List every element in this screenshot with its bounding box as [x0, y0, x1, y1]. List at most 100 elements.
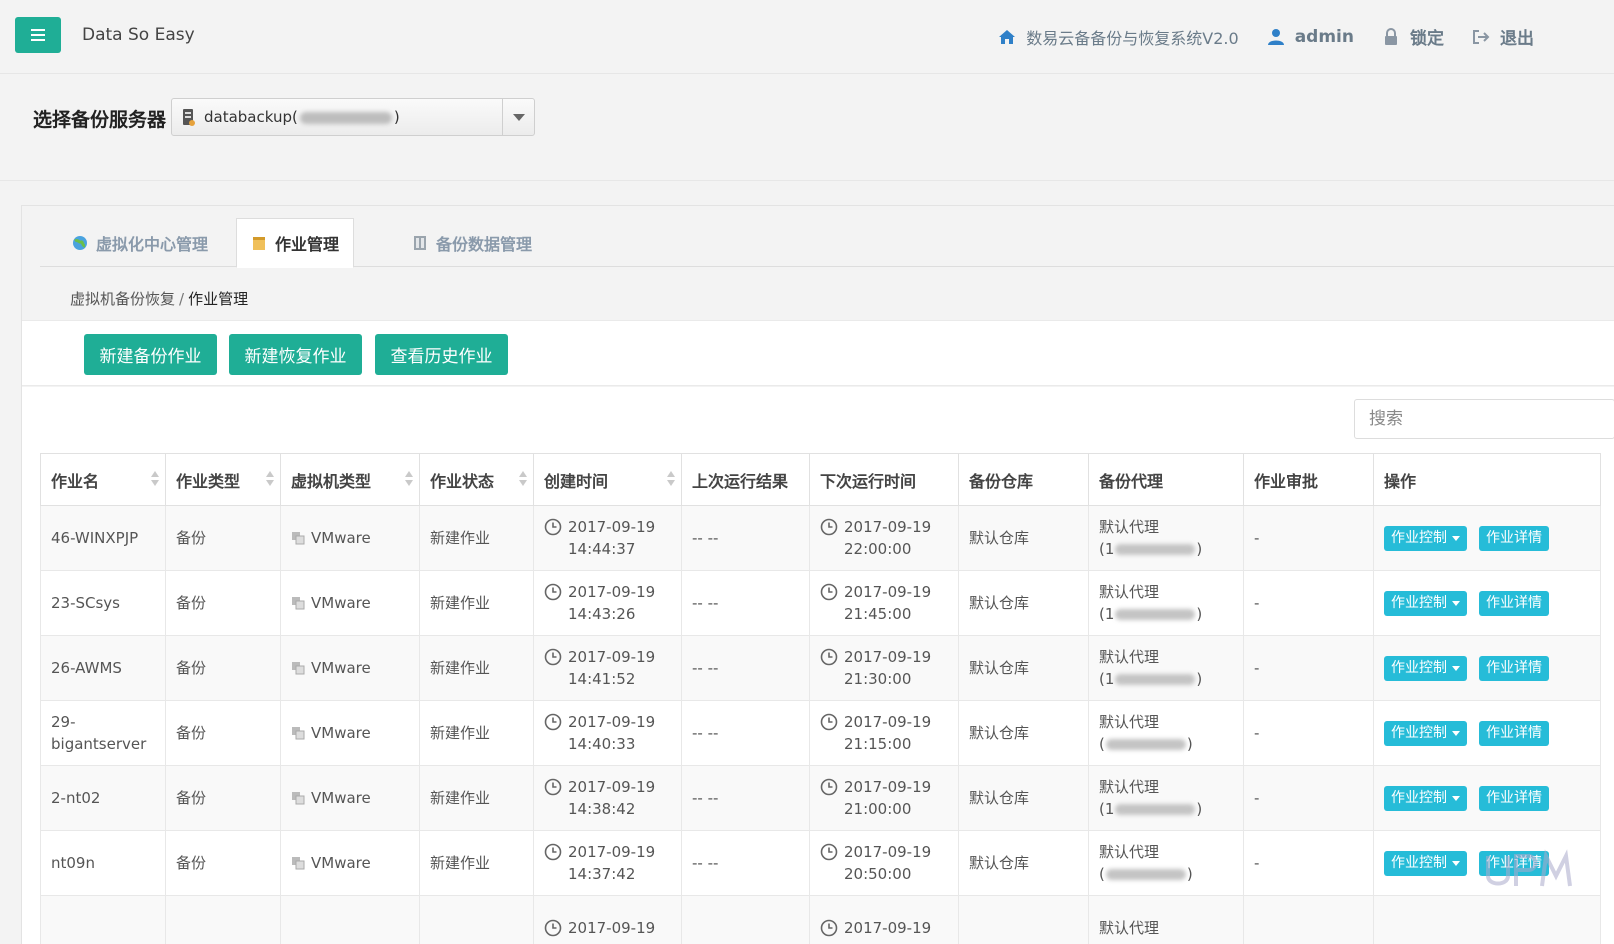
agent-close: ) [1196, 605, 1203, 623]
col-header-name[interactable]: 作业名 [40, 453, 166, 506]
server-icon [183, 109, 195, 126]
server-dropdown-toggle[interactable] [502, 99, 534, 135]
col-header-last-result: 上次运行结果 [681, 453, 810, 506]
vm-type-cell: VMware [280, 765, 420, 831]
view-history-button[interactable]: 查看历史作业 [375, 334, 508, 375]
actions-cell: 作业控制 作业详情 [1373, 635, 1601, 701]
job-control-button[interactable]: 作业控制 [1384, 525, 1467, 551]
next-run-time: 21:00:00 [844, 800, 912, 818]
top-nav-links: 数易云备备份与恢复系统V2.0 admin 锁定 退出 [998, 24, 1534, 49]
repository [958, 895, 1089, 944]
system-home-link[interactable]: 数易云备备份与恢复系统V2.0 [998, 25, 1239, 49]
agent-name: 默认代理 [1099, 518, 1160, 536]
breadcrumb: 虚拟机备份恢复 / 作业管理 [70, 290, 249, 308]
redacted-ip [299, 111, 392, 124]
job-control-button[interactable]: 作业控制 [1384, 785, 1467, 811]
job-name: 46-WINXPJP [40, 505, 166, 571]
vm-icon [292, 727, 305, 740]
action-bar: 新建备份作业 新建恢复作业 查看历史作业 [22, 320, 1614, 386]
menu-toggle-button[interactable] [15, 17, 61, 53]
col-header-type[interactable]: 作业类型 [165, 453, 281, 506]
job-status: 新建作业 [419, 570, 534, 636]
vm-type-cell: VMware [280, 830, 420, 896]
clock-icon [820, 648, 838, 666]
job-control-button[interactable]: 作业控制 [1384, 850, 1467, 876]
job-control-button[interactable]: 作业控制 [1384, 590, 1467, 616]
table-header-row: 作业名 作业类型 虚拟机类型 作业状态 创建时间 上次运行结果 下次运行时间 备… [40, 453, 1601, 506]
col-header-status[interactable]: 作业状态 [419, 453, 534, 506]
logout-button[interactable]: 退出 [1472, 24, 1534, 49]
tab-backup-data[interactable]: 备份数据管理 [398, 218, 546, 267]
system-name: 数易云备备份与恢复系统V2.0 [1026, 28, 1239, 48]
last-run-result: -- -- [681, 700, 810, 766]
approval: - [1243, 700, 1374, 766]
user-menu[interactable]: admin [1267, 27, 1354, 47]
job-detail-button[interactable]: 作业详情 [1479, 590, 1549, 616]
actions-cell [1373, 895, 1601, 944]
job-type [165, 895, 281, 944]
last-run-result: -- -- [681, 830, 810, 896]
created-date: 2017-09-19 [568, 518, 656, 536]
new-backup-job-button[interactable]: 新建备份作业 [84, 334, 217, 375]
new-restore-job-button[interactable]: 新建恢复作业 [229, 334, 362, 375]
next-run-date: 2017-09-19 [844, 778, 932, 796]
created-time: 14:44:37 [568, 540, 636, 558]
job-detail-button[interactable]: 作业详情 [1479, 785, 1549, 811]
clock-icon [544, 919, 562, 937]
last-run-result: -- -- [681, 570, 810, 636]
created-time: 14:37:42 [568, 865, 636, 883]
approval: - [1243, 765, 1374, 831]
search-input[interactable] [1354, 399, 1614, 439]
globe-icon [73, 235, 87, 250]
table-row: 23-SCsys 备份 VMware 新建作业 2017-09-19 14:43:26 --… [40, 570, 1601, 636]
agent-name: 默认代理 [1099, 713, 1160, 731]
created-time: 14:40:33 [568, 735, 636, 753]
brand-title: Data So Easy [82, 25, 195, 45]
created-date: 2017-09-19 [568, 778, 656, 796]
job-name: 2-nt02 [40, 765, 166, 831]
server-select-dropdown[interactable]: databackup() [171, 98, 535, 136]
vm-type: VMware [311, 789, 371, 807]
next-run-date: 2017-09-19 [844, 843, 932, 861]
sort-icon [266, 471, 274, 487]
tab-virtualization-center[interactable]: 虚拟化中心管理 [58, 218, 222, 267]
col-header-created[interactable]: 创建时间 [533, 453, 682, 506]
next-run-time: 21:15:00 [844, 735, 912, 753]
clock-icon [820, 843, 838, 861]
job-control-button[interactable]: 作业控制 [1384, 720, 1467, 746]
archive-icon [414, 235, 426, 250]
next-run-date: 2017-09-19 [844, 713, 932, 731]
repository: 默认仓库 [958, 700, 1089, 766]
job-list-area: 作业名 作业类型 虚拟机类型 作业状态 创建时间 上次运行结果 下次运行时间 备… [22, 387, 1614, 944]
actions-cell: 作业控制 作业详情 [1373, 570, 1601, 636]
table-row: 2017-09-19 2017-09-19 默认代理 [40, 895, 1601, 944]
lock-button[interactable]: 锁定 [1382, 24, 1444, 49]
next-run-date: 2017-09-19 [844, 648, 932, 666]
job-type: 备份 [165, 830, 281, 896]
vm-type: VMware [311, 594, 371, 612]
created-date: 2017-09-19 [568, 843, 656, 861]
next-run-time: 21:45:00 [844, 605, 912, 623]
job-control-button[interactable]: 作业控制 [1384, 655, 1467, 681]
job-detail-button[interactable]: 作业详情 [1479, 655, 1549, 681]
vm-type-cell: VMware [280, 635, 420, 701]
job-detail-button[interactable]: 作业详情 [1479, 525, 1549, 551]
agent-open: (1 [1099, 800, 1115, 818]
breadcrumb-parent[interactable]: 虚拟机备份恢复 [70, 290, 175, 308]
vm-type-cell [280, 895, 420, 944]
table-row: nt09n 备份 VMware 新建作业 2017-09-19 14:37:42 -- --… [40, 830, 1601, 896]
job-name: 23-SCsys [40, 570, 166, 636]
clock-icon [544, 648, 562, 666]
vm-type-cell: VMware [280, 505, 420, 571]
created-date: 2017-09-19 [568, 919, 656, 937]
job-management-panel: 虚拟化中心管理 作业管理 备份数据管理 虚拟机备份恢复 / 作业管理 新建备份作业 … [21, 205, 1614, 944]
approval: - [1243, 830, 1374, 896]
next-run-time: 20:50:00 [844, 865, 912, 883]
redacted-ip [1105, 739, 1186, 750]
tab-job-management[interactable]: 作业管理 [236, 218, 355, 268]
job-detail-button[interactable]: 作业详情 [1479, 850, 1549, 876]
created-time-cell: 2017-09-19 [533, 895, 682, 944]
job-detail-button[interactable]: 作业详情 [1479, 720, 1549, 746]
col-header-vm-type[interactable]: 虚拟机类型 [280, 453, 420, 506]
repository: 默认仓库 [958, 765, 1089, 831]
